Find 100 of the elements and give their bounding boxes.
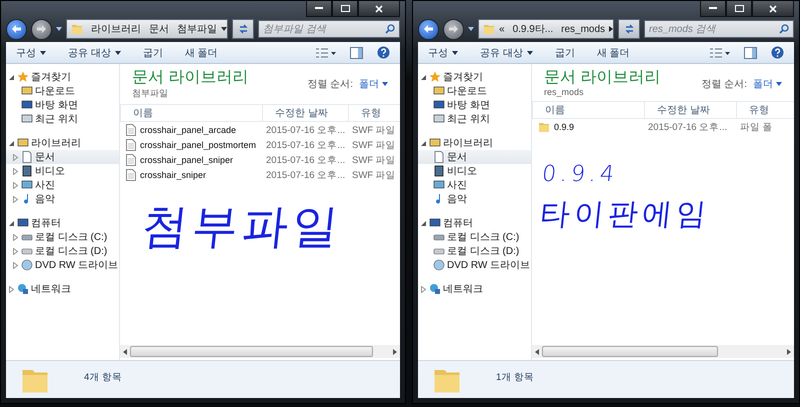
tree-item[interactable]: 바탕 화면 xyxy=(6,98,119,112)
tree-item[interactable]: 컴퓨터 xyxy=(418,216,531,230)
forward-button[interactable] xyxy=(31,18,52,40)
tree-item[interactable]: 문서 xyxy=(418,150,531,164)
toolbar-button[interactable]: 굽기 xyxy=(554,46,575,60)
tree-item[interactable]: 비디오 xyxy=(418,164,531,178)
maximize-button[interactable] xyxy=(332,1,358,17)
view-options-icon[interactable] xyxy=(710,48,730,58)
back-button[interactable] xyxy=(6,18,27,40)
close-button[interactable] xyxy=(358,1,400,17)
tree-item[interactable]: DVD RW 드라이브 xyxy=(6,258,119,272)
tree-item[interactable]: 다운로드 xyxy=(6,84,119,98)
tree-item[interactable]: 즐겨찾기 xyxy=(418,70,531,84)
breadcrumb[interactable]: 첨부파일 xyxy=(177,22,217,36)
close-button[interactable] xyxy=(752,1,794,17)
toolbar-button[interactable]: 구성 xyxy=(428,46,458,60)
expanded-arrow-icon[interactable] xyxy=(420,220,427,226)
tree-item[interactable]: 최근 위치 xyxy=(6,112,119,126)
expanded-arrow-icon[interactable] xyxy=(420,74,427,80)
tree-item[interactable]: 문서 xyxy=(6,150,119,164)
search-field[interactable]: res_mods 검색 xyxy=(644,20,794,38)
tree-item[interactable]: 비디오 xyxy=(6,164,119,178)
tree-item[interactable]: 컴퓨터 xyxy=(6,216,119,230)
collapsed-arrow-icon[interactable] xyxy=(12,182,19,188)
forward-button[interactable] xyxy=(443,18,464,40)
toolbar-button[interactable]: 새 폴더 xyxy=(596,46,630,60)
horizontal-scrollbar[interactable] xyxy=(120,345,400,358)
collapsed-arrow-icon[interactable] xyxy=(12,168,19,174)
expanded-arrow-icon[interactable] xyxy=(420,140,427,146)
collapsed-arrow-icon[interactable] xyxy=(12,262,19,268)
date-cell-text: 2015-07-16 오후... xyxy=(265,138,346,152)
file-name[interactable]: crosshair_panel_arcade xyxy=(120,124,262,136)
refresh-button[interactable] xyxy=(618,19,640,39)
tree-item[interactable]: 네트워크 xyxy=(418,282,531,296)
refresh-button[interactable] xyxy=(232,19,254,39)
tree-item[interactable]: 로컬 디스크 (C:) xyxy=(418,230,531,244)
tree-item[interactable]: 라이브러리 xyxy=(6,136,119,150)
breadcrumb[interactable]: 문서 xyxy=(149,22,169,36)
expanded-arrow-icon[interactable] xyxy=(8,74,15,80)
toolbar-button[interactable]: 새 폴더 xyxy=(184,46,218,60)
column-header[interactable]: 이름 xyxy=(120,105,262,121)
help-icon[interactable] xyxy=(771,46,784,59)
scroll-right-icon[interactable] xyxy=(787,348,791,354)
tree-item[interactable]: 로컬 디스크 (D:) xyxy=(418,244,531,258)
search-input[interactable]: 첨부파일 검색 xyxy=(263,24,385,34)
breadcrumb[interactable]: 0.9.9타... xyxy=(512,22,554,36)
overflow-mark[interactable]: « xyxy=(499,24,505,34)
tree-item[interactable]: 최근 위치 xyxy=(418,112,531,126)
column-header[interactable]: 이름 xyxy=(532,102,644,118)
preview-pane-icon[interactable] xyxy=(350,46,363,58)
search-field[interactable]: 첨부파일 검색 xyxy=(258,20,400,38)
breadcrumb[interactable]: res_mods xyxy=(561,24,606,34)
maximize-button[interactable] xyxy=(726,1,752,17)
file-name[interactable]: crosshair_sniper xyxy=(120,169,262,181)
sort-dropdown[interactable]: 폴더 xyxy=(359,77,388,91)
document-icon xyxy=(126,169,136,181)
file-name[interactable]: crosshair_panel_sniper xyxy=(120,154,262,166)
file-name[interactable]: 0.9.9 xyxy=(532,121,644,133)
toolbar-button[interactable]: 공유 대상 xyxy=(68,46,121,60)
expanded-arrow-icon[interactable] xyxy=(8,220,15,226)
scroll-left-icon[interactable] xyxy=(535,348,539,354)
tree-item[interactable]: 다운로드 xyxy=(418,84,531,98)
toolbar-button[interactable]: 공유 대상 xyxy=(480,46,533,60)
expanded-arrow-icon[interactable] xyxy=(8,140,15,146)
collapsed-arrow-icon[interactable] xyxy=(12,248,19,254)
tree-item[interactable]: 즐겨찾기 xyxy=(6,70,119,84)
column-header[interactable]: 수정한 날짜 xyxy=(644,102,736,118)
tree-item[interactable]: 로컬 디스크 (D:) xyxy=(6,244,119,258)
sort-dropdown[interactable]: 폴더 xyxy=(753,77,782,91)
horizontal-scrollbar[interactable] xyxy=(532,345,794,358)
tree-item[interactable]: 음악 xyxy=(6,192,119,206)
minimize-button[interactable] xyxy=(306,1,332,17)
search-input[interactable]: res_mods 검색 xyxy=(649,24,779,34)
address-bar[interactable]: 라이브러리 문서 첨부파일 xyxy=(66,19,228,39)
tree-item[interactable]: 사진 xyxy=(418,178,531,192)
toolbar-button[interactable]: 구성 xyxy=(16,46,46,60)
back-button[interactable] xyxy=(418,18,439,40)
tree-item[interactable]: 라이브러리 xyxy=(418,136,531,150)
help-icon[interactable] xyxy=(377,46,390,59)
column-header[interactable]: 수정한 날짜 xyxy=(262,105,348,121)
scroll-right-icon[interactable] xyxy=(393,348,397,354)
tree-item[interactable]: 로컬 디스크 (C:) xyxy=(6,230,119,244)
view-options-icon[interactable] xyxy=(316,48,336,58)
tree-item[interactable]: 네트워크 xyxy=(6,282,119,296)
scroll-left-icon[interactable] xyxy=(123,348,127,354)
file-name[interactable]: crosshair_panel_postmortem xyxy=(120,139,262,151)
column-header[interactable]: 유형 xyxy=(736,102,794,118)
column-header[interactable]: 유형 xyxy=(348,105,400,121)
tree-item[interactable]: 사진 xyxy=(6,178,119,192)
preview-pane-icon[interactable] xyxy=(744,46,757,58)
breadcrumb[interactable]: 라이브러리 xyxy=(91,22,141,36)
tree-item[interactable]: 음악 xyxy=(418,192,531,206)
tree-item[interactable]: DVD RW 드라이브 xyxy=(418,258,531,272)
toolbar-button[interactable]: 굽기 xyxy=(142,46,163,60)
collapsed-arrow-icon[interactable] xyxy=(420,286,427,292)
collapsed-arrow-icon[interactable] xyxy=(12,196,19,202)
minimize-button[interactable] xyxy=(700,1,726,17)
tree-item[interactable]: 바탕 화면 xyxy=(418,98,531,112)
collapsed-arrow-icon[interactable] xyxy=(12,234,19,240)
collapsed-arrow-icon[interactable] xyxy=(8,286,15,292)
